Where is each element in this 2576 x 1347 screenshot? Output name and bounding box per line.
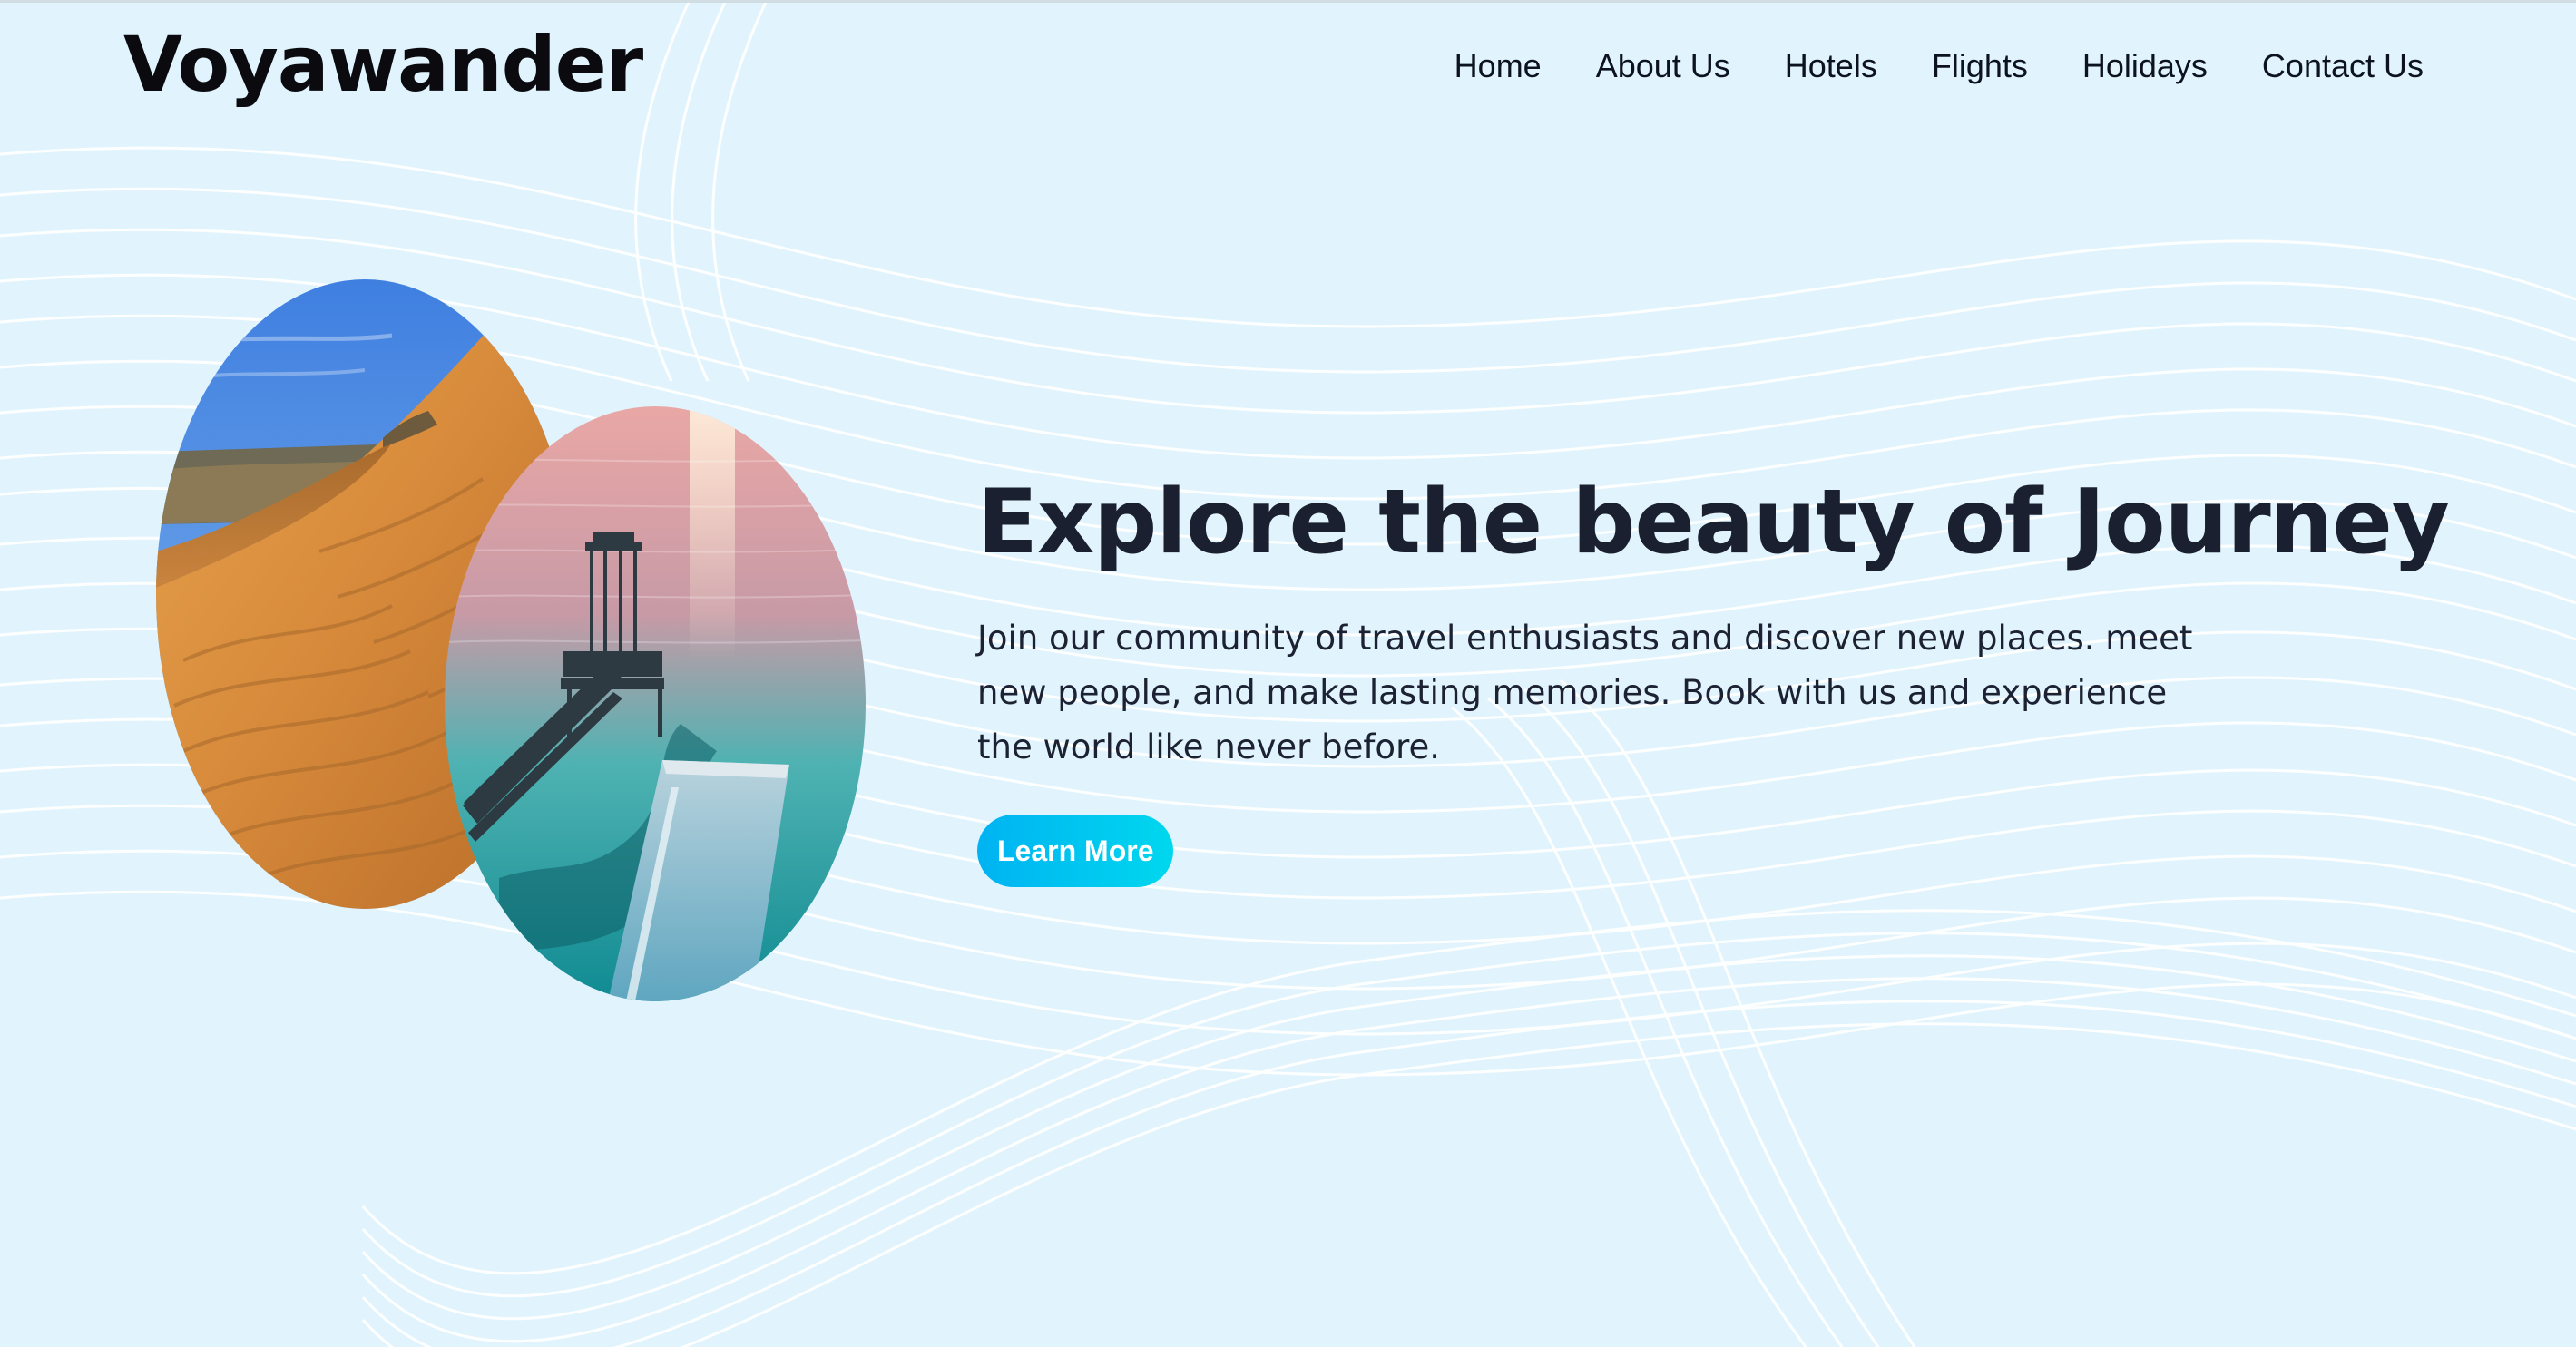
nav-link-about-us[interactable]: About Us (1596, 47, 1730, 85)
nav-link-contact-us[interactable]: Contact Us (2262, 47, 2424, 85)
hero-title: Explore the beauty of Journey (977, 471, 2450, 574)
main-nav: Home About Us Hotels Flights Holidays Co… (1455, 47, 2424, 85)
landing-page: Voyawander Home About Us Hotels Flights … (0, 0, 2576, 1347)
nav-link-flights[interactable]: Flights (1932, 47, 2028, 85)
top-border (0, 0, 2576, 3)
learn-more-button[interactable]: Learn More (977, 815, 1174, 887)
ocean-pier-photo (445, 406, 866, 1001)
nav-link-hotels[interactable]: Hotels (1785, 47, 1877, 85)
hero-section: Explore the beauty of Journey Join our c… (977, 464, 2450, 887)
hero-description: Join our community of travel enthusiasts… (977, 619, 2193, 766)
nav-link-home[interactable]: Home (1455, 47, 1542, 85)
nav-link-holidays[interactable]: Holidays (2082, 47, 2208, 85)
brand-logo[interactable]: Voyawander (123, 20, 643, 109)
